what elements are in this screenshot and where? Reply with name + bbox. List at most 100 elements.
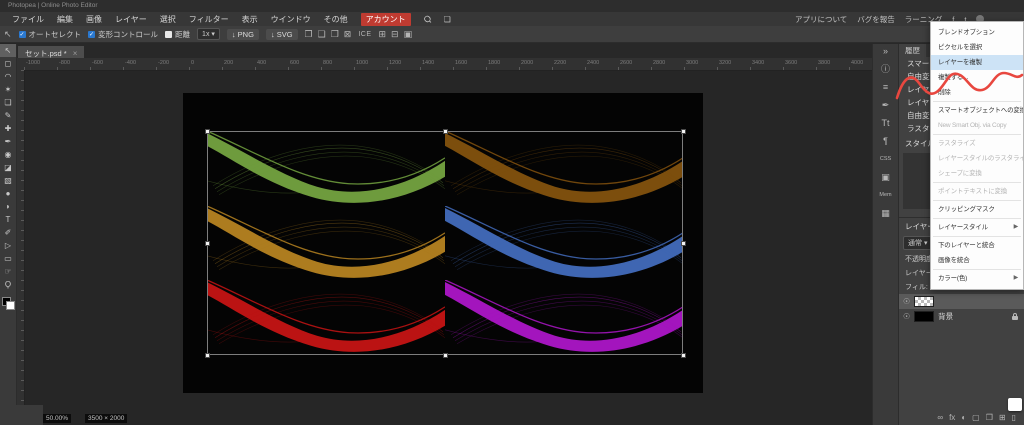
- blur-tool[interactable]: ●: [0, 187, 16, 200]
- transform-handle[interactable]: [443, 129, 448, 134]
- context-menu-item[interactable]: スマートオブジェクトへの変換: [931, 103, 1023, 118]
- menubar-item[interactable]: 編集: [57, 14, 73, 25]
- ruler-label: 400: [257, 60, 266, 66]
- background-color-swatch[interactable]: [6, 301, 15, 310]
- transform-handle[interactable]: [681, 353, 686, 358]
- transform-handle[interactable]: [681, 241, 686, 246]
- css-icon[interactable]: CSS: [880, 154, 891, 164]
- zoom-select[interactable]: 1x ▾: [197, 28, 220, 40]
- layer-row[interactable]: ☉: [899, 294, 1024, 309]
- info-icon[interactable]: ⓘ: [881, 64, 890, 74]
- header-link[interactable]: アプリについて: [795, 14, 847, 25]
- distances-checkbox[interactable]: 距離: [165, 29, 190, 40]
- eraser-tool[interactable]: ◪: [0, 161, 16, 174]
- context-menu-item[interactable]: 画像を統合: [931, 253, 1023, 268]
- export-png-button[interactable]: ↓PNG: [227, 29, 259, 40]
- tool-presets-icon[interactable]: ✒: [882, 100, 890, 110]
- properties-icon[interactable]: ≡: [883, 82, 888, 92]
- align-center-icon[interactable]: ⊟: [391, 29, 399, 40]
- wand-tool[interactable]: ✶: [0, 83, 16, 96]
- menubar-item[interactable]: レイヤー: [115, 14, 147, 25]
- fullscreen-icon[interactable]: ❏: [444, 15, 451, 24]
- checkbox-unchecked-icon[interactable]: [165, 31, 172, 38]
- visibility-eye-icon[interactable]: ☉: [903, 312, 910, 321]
- menubar-item[interactable]: ファイル: [12, 14, 44, 25]
- visibility-eye-icon[interactable]: ☉: [903, 297, 910, 306]
- align-right-icon[interactable]: ▣: [404, 29, 413, 40]
- crop-tool[interactable]: ❏: [0, 96, 16, 109]
- effects-icon[interactable]: fx: [949, 413, 955, 422]
- context-menu-item[interactable]: カラー(色)▶: [931, 271, 1023, 286]
- header-link[interactable]: バグを報告: [857, 14, 895, 25]
- memory-icon[interactable]: Mem: [879, 190, 891, 200]
- layer-row[interactable]: ☉背景: [899, 309, 1024, 324]
- page-widget[interactable]: [1008, 398, 1022, 411]
- transform-handle[interactable]: [681, 129, 686, 134]
- blend-mode-select[interactable]: 通常 ▾: [903, 236, 932, 250]
- checkbox-checked-icon[interactable]: ✓: [88, 31, 95, 38]
- canvas-document[interactable]: [183, 93, 703, 393]
- export-svg-button[interactable]: ↓SVG: [266, 29, 298, 40]
- context-menu-item[interactable]: ピクセルを選択: [931, 40, 1023, 55]
- context-menu-item: ラスタライズ: [931, 136, 1023, 151]
- menubar-item[interactable]: フィルター: [189, 14, 229, 25]
- copy-icon[interactable]: ❐: [305, 29, 313, 40]
- link-icon[interactable]: ∞: [937, 413, 943, 422]
- hand-tool[interactable]: ☞: [0, 265, 16, 278]
- paste-icon[interactable]: ❑: [318, 29, 326, 40]
- menubar-item[interactable]: 表示: [242, 14, 258, 25]
- search-icon[interactable]: Ϙ: [421, 13, 433, 25]
- checkbox-checked-icon[interactable]: ✓: [19, 31, 26, 38]
- shape-tool[interactable]: ▭: [0, 252, 16, 265]
- horizontal-ruler: -1000-800-600-400-2000200400600800100012…: [16, 58, 872, 71]
- close-tab-icon[interactable]: ×: [73, 49, 78, 58]
- align-left-icon[interactable]: ⊞: [378, 29, 386, 40]
- heal-tool[interactable]: ✚: [0, 122, 16, 135]
- zoom-tool[interactable]: Ϙ: [0, 278, 16, 291]
- collapse-icon[interactable]: »: [883, 46, 888, 56]
- transform-controls-checkbox[interactable]: ✓ 変形コントロール: [88, 29, 158, 40]
- path-select-tool[interactable]: ▷: [0, 239, 16, 252]
- character-icon[interactable]: Tt: [882, 118, 890, 128]
- menu-separator: [933, 218, 1021, 219]
- layer-comps-icon[interactable]: ▣: [881, 172, 890, 182]
- transform-handle[interactable]: [443, 353, 448, 358]
- brush-tool[interactable]: ✒: [0, 135, 16, 148]
- pen-tool[interactable]: ✐: [0, 226, 16, 239]
- delete-layer-icon[interactable]: ▯: [1012, 413, 1016, 422]
- lasso-tool[interactable]: ◠: [0, 70, 16, 83]
- menubar-item[interactable]: 画像: [86, 14, 102, 25]
- menubar-item[interactable]: 選択: [160, 14, 176, 25]
- gradient-tool[interactable]: ▧: [0, 174, 16, 187]
- color-swatches[interactable]: [0, 297, 16, 311]
- menubar-item[interactable]: その他: [324, 14, 348, 25]
- transform-handle[interactable]: [205, 241, 210, 246]
- type-tool[interactable]: T: [0, 213, 16, 226]
- paragraph-icon[interactable]: ¶: [883, 136, 888, 146]
- image-icon[interactable]: ▦: [881, 208, 890, 218]
- menubar-item[interactable]: ウインドウ: [271, 14, 311, 25]
- transform-handle[interactable]: [205, 353, 210, 358]
- dodge-tool[interactable]: ◗: [0, 200, 16, 213]
- clear-icon[interactable]: ⊠: [344, 29, 352, 40]
- group-icon[interactable]: ❒: [986, 413, 993, 422]
- duplicate-icon[interactable]: ❒: [331, 29, 339, 40]
- auto-select-checkbox[interactable]: ✓ オートセレクト: [19, 29, 82, 40]
- adjustment-icon[interactable]: ◐: [961, 413, 966, 422]
- eyedropper-tool[interactable]: ✎: [0, 109, 16, 122]
- history-panel-tab[interactable]: 履歴: [899, 44, 926, 57]
- mask-icon[interactable]: ▢: [972, 413, 980, 422]
- context-menu-item[interactable]: 下のレイヤーと統合: [931, 238, 1023, 253]
- download-icon: ↓: [271, 30, 275, 39]
- clone-stamp-tool[interactable]: ◉: [0, 148, 16, 161]
- context-menu-item[interactable]: クリッピングマスク: [931, 202, 1023, 217]
- move-tool[interactable]: ↖: [0, 44, 16, 57]
- context-menu-item: New Smart Obj. via Copy: [931, 118, 1023, 133]
- transform-handle[interactable]: [205, 129, 210, 134]
- context-menu-item[interactable]: レイヤースタイル▶: [931, 220, 1023, 235]
- context-menu-item[interactable]: ブレンドオプション: [931, 25, 1023, 40]
- new-layer-icon[interactable]: ⊞: [999, 413, 1006, 422]
- marquee-tool[interactable]: ◻: [0, 57, 16, 70]
- account-button[interactable]: アカウント: [361, 13, 411, 26]
- transform-selection-box[interactable]: [207, 131, 683, 355]
